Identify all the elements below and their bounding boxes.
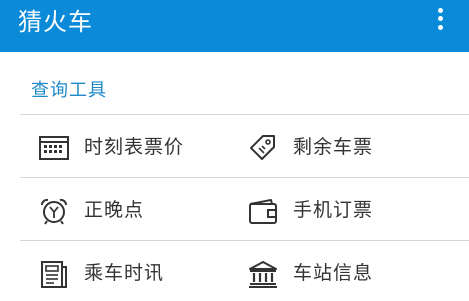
tool-label: 车站信息 (293, 262, 374, 284)
app-bar: 猜火车 (0, 0, 469, 52)
tool-label: 时刻表票价 (84, 136, 185, 158)
app-title: 猜火车 (18, 8, 93, 36)
tool-label: 剩余车票 (293, 136, 374, 158)
divider (20, 240, 469, 241)
tool-remaining-tickets[interactable]: 剩余车票 (247, 116, 447, 178)
tool-mobile-booking[interactable]: 手机订票 (247, 179, 447, 241)
alarm-clock-icon (38, 196, 70, 226)
overflow-dot (438, 8, 443, 13)
timetable-icon (38, 133, 70, 163)
ticket-tag-icon (247, 133, 279, 163)
wallet-icon (247, 196, 279, 226)
tool-travel-news[interactable]: 乘车时讯 (38, 242, 238, 301)
divider (20, 177, 469, 178)
overflow-dot (438, 25, 443, 30)
tool-label: 手机订票 (293, 199, 374, 221)
tool-timetable-fares[interactable]: 时刻表票价 (38, 116, 238, 178)
section-title: 查询工具 (31, 80, 107, 101)
station-building-icon (247, 259, 279, 289)
news-document-icon (38, 259, 70, 289)
overflow-dot (438, 16, 443, 21)
tool-station-info[interactable]: 车站信息 (247, 242, 447, 301)
tool-label: 正晚点 (84, 199, 145, 221)
tool-label: 乘车时讯 (84, 262, 165, 284)
overflow-menu-button[interactable] (430, 6, 452, 32)
divider (20, 114, 469, 115)
tool-on-time-status[interactable]: 正晚点 (38, 179, 238, 241)
